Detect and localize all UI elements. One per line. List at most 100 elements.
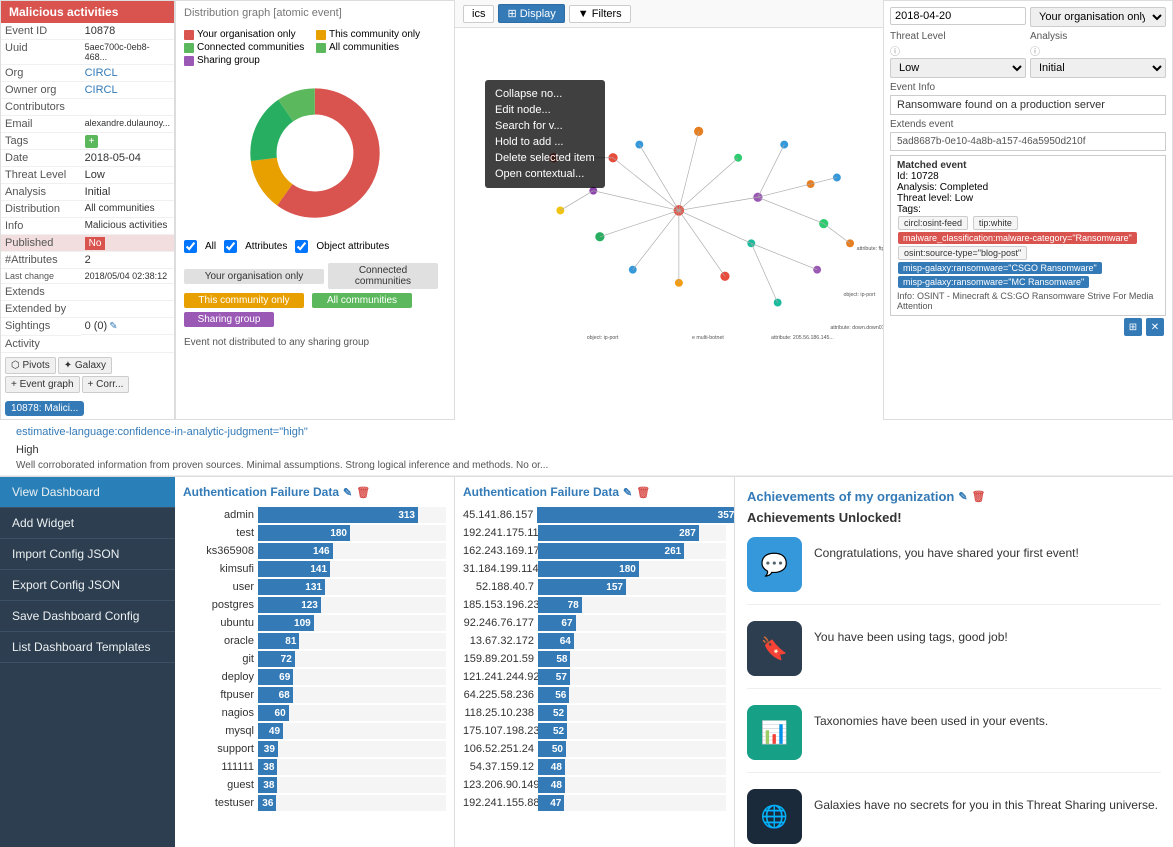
- network-graph-area: ics ⊞ Display ▼ Filters Collapse no... E…: [455, 0, 883, 420]
- auth-bar-row: 54.37.159.12 48: [463, 759, 726, 775]
- sidebar: View Dashboard Add Widget Import Config …: [0, 477, 175, 847]
- collapse-node-item[interactable]: Collapse no...: [495, 86, 595, 102]
- auth-bar-row: deploy 69: [183, 669, 446, 685]
- extends-event-text: 5ad8687b-0e10-4a8b-a157-46a5950d210f: [890, 132, 1166, 151]
- auth-panel-left-title: Authentication Failure Data ✎ 🗑: [183, 485, 446, 499]
- achievement-item: 🔖 You have been using tags, good job!: [747, 621, 1161, 689]
- sidebar-item-view-dashboard[interactable]: View Dashboard: [0, 477, 175, 508]
- auth-bar-row: ubuntu 109: [183, 615, 446, 631]
- achievements-panel: Achievements of my organization ✎ 🗑 Achi…: [735, 477, 1173, 847]
- analytic-description: Well corroborated information from prove…: [8, 458, 1165, 473]
- analysis-select[interactable]: Initial: [1030, 58, 1166, 78]
- event-info-text: Ransomware found on a production server: [890, 95, 1166, 115]
- sidebar-item-save-dashboard[interactable]: Save Dashboard Config: [0, 601, 175, 632]
- auth-bar-row: 162.243.169.176 261: [463, 543, 726, 559]
- auth-bar-row: nagios 60: [183, 705, 446, 721]
- auth-bar-row: 13.67.32.172 64: [463, 633, 726, 649]
- event-badge[interactable]: 10878: Malici...: [5, 401, 84, 416]
- achievements-list: 💬 Congratulations, you have shared your …: [747, 537, 1161, 847]
- owner-org-link[interactable]: CIRCL: [85, 84, 118, 96]
- context-menu: Collapse no... Edit node... Search for v…: [485, 80, 605, 188]
- auth-bar-row: testuser 36: [183, 795, 446, 811]
- achievements-title: Achievements of my organization ✎ 🗑: [747, 489, 1161, 504]
- filters-btn[interactable]: ▼ Filters: [569, 5, 631, 23]
- malicious-activities-panel: Malicious activities Event ID10878 Uuid5…: [0, 0, 175, 420]
- action-buttons: ⬡ Pivots ✦ Galaxy + Event graph + Corr..…: [1, 353, 174, 397]
- hold-add-item[interactable]: Hold to add ...: [495, 134, 595, 150]
- ics-btn[interactable]: ics: [463, 5, 494, 23]
- auth-bar-row: ftpuser 68: [183, 687, 446, 703]
- event-graph-btn[interactable]: + Event graph: [5, 376, 80, 393]
- auth-failure-panel-right: Authentication Failure Data ✎ 🗑 45.141.8…: [455, 477, 735, 847]
- object-attributes-checkbox[interactable]: [295, 240, 308, 253]
- auth-bar-row: 31.184.199.114 180: [463, 561, 726, 577]
- dist-bars: Your organisation only Connected communi…: [176, 257, 454, 333]
- auth-right-delete-icon[interactable]: 🗑: [636, 486, 650, 499]
- all-checkbox[interactable]: [184, 240, 197, 253]
- achievements-subtitle: Achievements Unlocked!: [747, 510, 1161, 525]
- dist-checkboxes: All Attributes Object attributes: [176, 236, 454, 257]
- threat-info-icon: ⓘ: [890, 43, 900, 58]
- auth-bar-row: 185.153.196.230 78: [463, 597, 726, 613]
- delete-selected-item[interactable]: Delete selected item: [495, 150, 595, 166]
- donut-chart: [176, 70, 454, 236]
- auth-bar-row: test 180: [183, 525, 446, 541]
- sidebar-item-add-widget[interactable]: Add Widget: [0, 508, 175, 539]
- dist-legend: Your organisation only This community on…: [176, 25, 454, 70]
- auth-bar-row: user 131: [183, 579, 446, 595]
- galaxy-btn[interactable]: ✦ Galaxy: [58, 357, 112, 374]
- auth-bar-row: kimsufi 141: [183, 561, 446, 577]
- auth-bar-row: 92.246.76.177 67: [463, 615, 726, 631]
- auth-bar-row: 192.241.175.115 287: [463, 525, 726, 541]
- auth-left-delete-icon[interactable]: 🗑: [356, 486, 370, 499]
- auth-right-edit-icon[interactable]: ✎: [623, 486, 632, 499]
- auth-bar-row: git 72: [183, 651, 446, 667]
- auth-bar-row: 64.225.58.236 56: [463, 687, 726, 703]
- auth-bar-row: 45.141.86.157 357: [463, 507, 726, 523]
- svg-text:attribute: 205.56.186.145...: attribute: 205.56.186.145...: [771, 335, 834, 341]
- graph-toolbar: ics ⊞ Display ▼ Filters: [455, 0, 883, 28]
- dist-header: Distribution graph [atomic event]: [176, 1, 454, 25]
- achievement-item: 📊 Taxonomies have been used in your even…: [747, 705, 1161, 773]
- sidebar-item-import-config[interactable]: Import Config JSON: [0, 539, 175, 570]
- sidebar-item-export-config[interactable]: Export Config JSON: [0, 570, 175, 601]
- org-link[interactable]: CIRCL: [85, 67, 118, 79]
- dashboard-content: Authentication Failure Data ✎ 🗑 admin 31…: [175, 477, 1173, 847]
- auth-bar-row: 111111 38: [183, 759, 446, 775]
- achievement-icon-2: 📊: [747, 705, 802, 760]
- achievements-edit-icon[interactable]: ✎: [958, 490, 967, 503]
- open-contextual-item[interactable]: Open contextual...: [495, 166, 595, 182]
- auth-bar-row: 159.89.201.59 58: [463, 651, 726, 667]
- achievement-item: 🌐 Galaxies have no secrets for you in th…: [747, 789, 1161, 847]
- achievement-icon-0: 💬: [747, 537, 802, 592]
- event-date-input[interactable]: [890, 7, 1026, 25]
- svg-text:object: ip-port: object: ip-port: [587, 335, 619, 341]
- add-tag-btn[interactable]: +: [85, 135, 99, 148]
- org-select[interactable]: Your organisation only: [1030, 7, 1166, 27]
- auth-bar-row: 175.107.198.23 52: [463, 723, 726, 739]
- sidebar-item-list-templates[interactable]: List Dashboard Templates: [0, 632, 175, 663]
- threat-level-select[interactable]: Low: [890, 58, 1026, 78]
- expand-panel-btn[interactable]: ⊞: [1124, 318, 1142, 336]
- achievements-delete-icon[interactable]: 🗑: [972, 490, 986, 503]
- settings-panel-btn[interactable]: ✕: [1146, 318, 1164, 336]
- svg-text:attribute: down.down0116.info: attribute: down.down0116.info: [830, 325, 883, 331]
- auth-left-edit-icon[interactable]: ✎: [343, 486, 352, 499]
- attributes-checkbox[interactable]: [224, 240, 237, 253]
- auth-bar-row: oracle 81: [183, 633, 446, 649]
- sightings-edit-icon[interactable]: ✎: [109, 321, 117, 332]
- analytic-tag: estimative-language:confidence-in-analyt…: [8, 422, 1165, 442]
- achievement-icon-3: 🌐: [747, 789, 802, 844]
- display-btn[interactable]: ⊞ Display: [498, 4, 564, 23]
- corr-btn[interactable]: + Corr...: [82, 376, 130, 393]
- search-value-item[interactable]: Search for v...: [495, 118, 595, 134]
- auth-bar-row: mysql 49: [183, 723, 446, 739]
- svg-text:attribute: ftp.ftp0118.info: attribute: ftp.ftp0118.info: [857, 246, 883, 252]
- analytic-level: High: [8, 442, 1165, 458]
- distribution-panel: Distribution graph [atomic event] Your o…: [175, 0, 455, 420]
- achievement-item: 💬 Congratulations, you have shared your …: [747, 537, 1161, 605]
- pivots-btn[interactable]: ⬡ Pivots: [5, 357, 56, 374]
- edit-node-item[interactable]: Edit node...: [495, 102, 595, 118]
- published-badge: No: [85, 237, 106, 250]
- auth-bar-row: 118.25.10.238 52: [463, 705, 726, 721]
